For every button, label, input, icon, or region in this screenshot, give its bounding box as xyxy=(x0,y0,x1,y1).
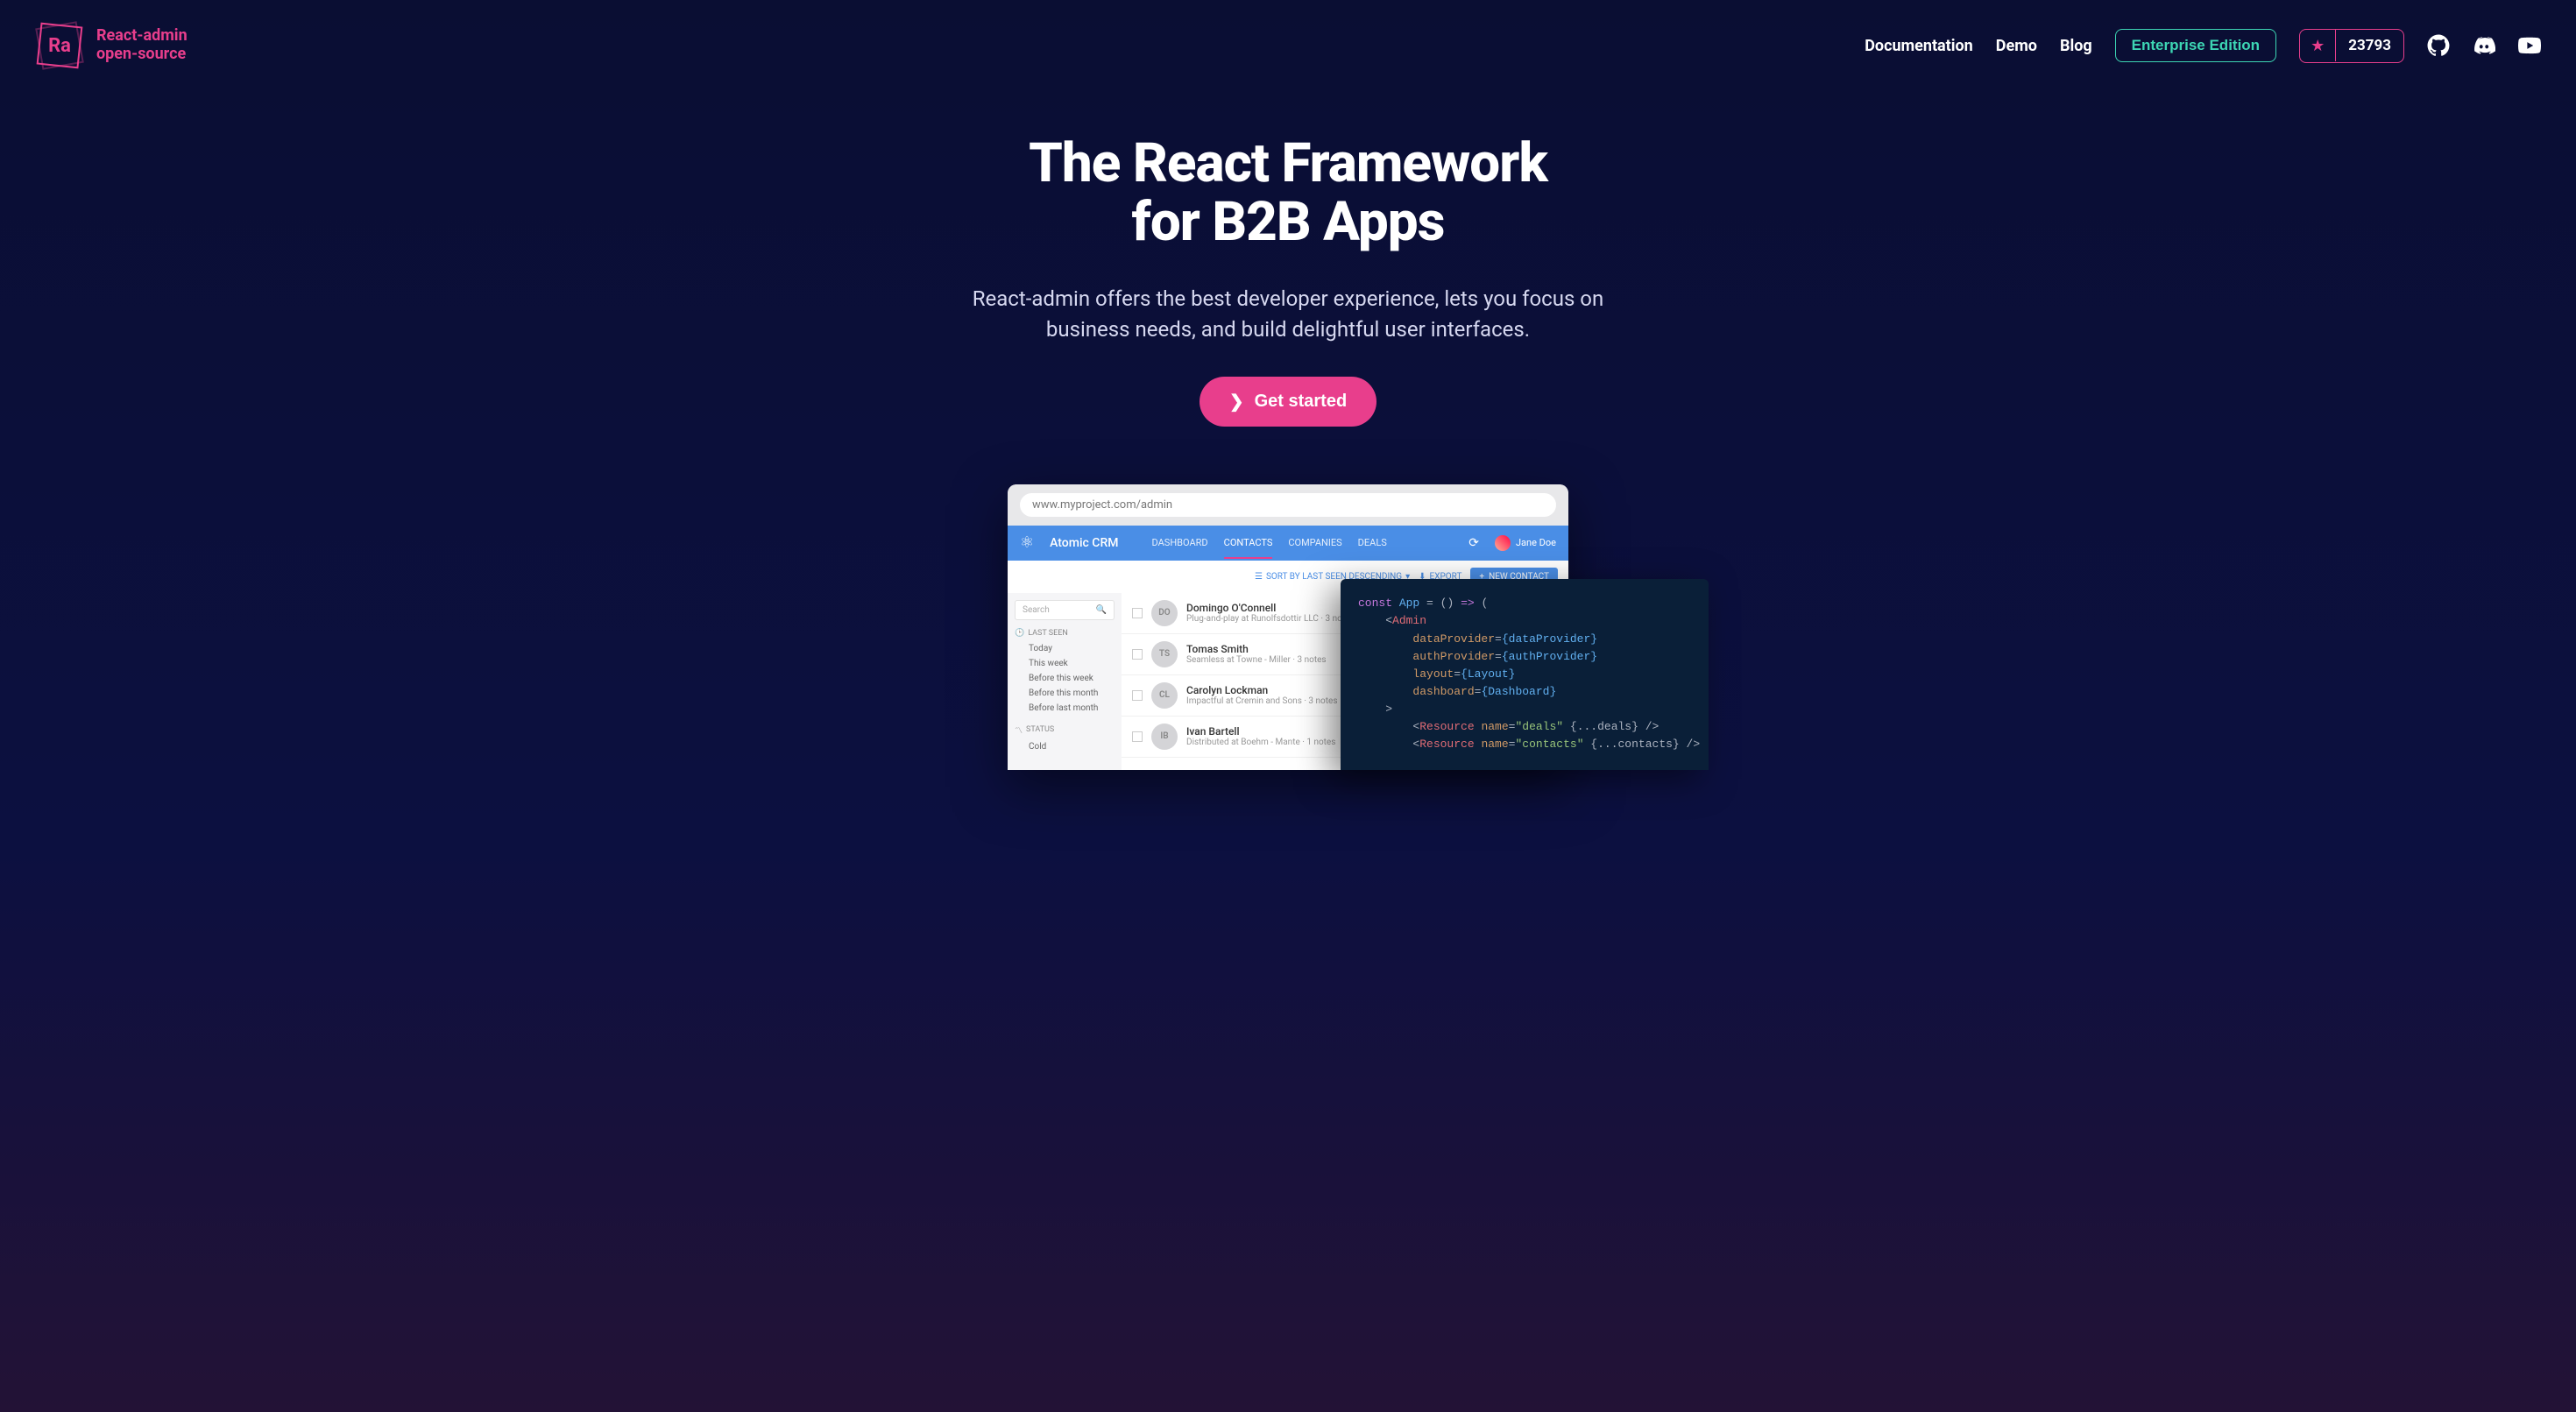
tab-deals[interactable]: DEALS xyxy=(1358,526,1387,559)
tab-contacts[interactable]: CONTACTS xyxy=(1224,526,1273,559)
github-stars-button[interactable]: ★ 23793 xyxy=(2299,29,2404,63)
avatar: IB xyxy=(1151,724,1178,750)
get-started-button[interactable]: ❯ Get started xyxy=(1200,377,1376,427)
logo-area[interactable]: Ra React-admin open-source xyxy=(35,21,188,70)
logo-text: React-admin open-source xyxy=(96,27,188,63)
mockup: www.myproject.com/admin ⚛ Atomic CRM DAS… xyxy=(0,484,2576,770)
tab-companies[interactable]: COMPANIES xyxy=(1288,526,1341,559)
filter-item[interactable]: Cold xyxy=(1015,739,1115,754)
filter-item[interactable]: Before last month xyxy=(1015,701,1115,716)
logo-icon: Ra xyxy=(35,21,84,70)
url-bar: www.myproject.com/admin xyxy=(1008,484,1568,526)
discord-icon[interactable] xyxy=(2473,34,2495,57)
code-snippet: const App = () => ( <Admin dataProvider=… xyxy=(1341,579,1709,769)
filter-item[interactable]: Before this month xyxy=(1015,686,1115,701)
hero-subtitle: React-admin offers the best developer ex… xyxy=(938,284,1638,345)
filter-last-seen: 🕒LAST SEEN xyxy=(1015,629,1115,638)
hero-title: The React Framework for B2B Apps xyxy=(867,135,1709,252)
user-menu[interactable]: Jane Doe xyxy=(1495,535,1556,551)
chevron-right-icon: ❯ xyxy=(1229,391,1244,413)
avatar xyxy=(1495,535,1511,551)
youtube-icon[interactable] xyxy=(2518,34,2541,57)
avatar: DO xyxy=(1151,600,1178,626)
clock-icon: 🕒 xyxy=(1015,629,1024,638)
top-nav: Documentation Demo Blog Enterprise Editi… xyxy=(1865,29,2541,63)
checkbox[interactable] xyxy=(1132,731,1143,742)
checkbox[interactable] xyxy=(1132,649,1143,660)
app-title: Atomic CRM xyxy=(1050,536,1118,550)
tab-dashboard[interactable]: DASHBOARD xyxy=(1152,526,1208,559)
avatar: TS xyxy=(1151,641,1178,667)
nav-documentation[interactable]: Documentation xyxy=(1865,37,1973,55)
react-icon: ⚛ xyxy=(1020,533,1034,552)
header: Ra React-admin open-source Documentation… xyxy=(0,0,2576,91)
hero: The React Framework for B2B Apps React-a… xyxy=(850,91,1726,453)
filter-item[interactable]: Before this week xyxy=(1015,671,1115,686)
nav-demo[interactable]: Demo xyxy=(1996,37,2037,55)
app-bar: ⚛ Atomic CRM DASHBOARD CONTACTS COMPANIE… xyxy=(1008,526,1568,561)
search-input[interactable]: Search 🔍 xyxy=(1015,600,1115,620)
nav-blog[interactable]: Blog xyxy=(2060,37,2092,55)
checkbox[interactable] xyxy=(1132,690,1143,701)
trend-icon: 〽 xyxy=(1015,724,1023,736)
filter-item[interactable]: This week xyxy=(1015,656,1115,671)
filter-status: 〽STATUS xyxy=(1015,724,1115,736)
star-icon: ★ xyxy=(2300,30,2335,62)
search-icon: 🔍 xyxy=(1096,605,1107,615)
filter-item[interactable]: Today xyxy=(1015,641,1115,656)
avatar: CL xyxy=(1151,682,1178,709)
refresh-icon[interactable]: ⟳ xyxy=(1468,536,1479,550)
filter-sidebar: Search 🔍 🕒LAST SEEN Today This week Befo… xyxy=(1008,593,1122,770)
url-input[interactable]: www.myproject.com/admin xyxy=(1020,493,1556,517)
enterprise-button[interactable]: Enterprise Edition xyxy=(2115,29,2276,62)
stars-count: 23793 xyxy=(2335,30,2403,61)
github-icon[interactable] xyxy=(2427,34,2450,57)
checkbox[interactable] xyxy=(1132,608,1143,618)
